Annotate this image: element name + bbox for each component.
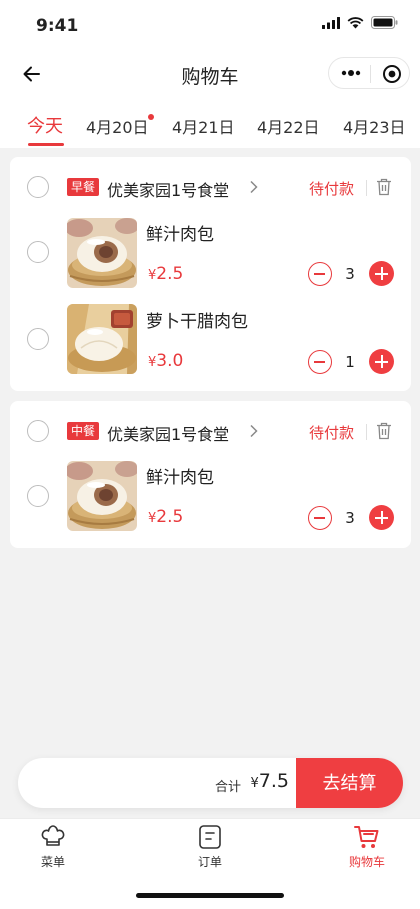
canteen-name[interactable]: 优美家园1号食堂 bbox=[107, 421, 229, 445]
checkout-bar: 合计 ¥7.5 去结算 bbox=[18, 758, 403, 808]
tab-date-1[interactable]: 4月20日 bbox=[86, 114, 149, 138]
item-price: ¥2.5 bbox=[148, 507, 184, 527]
nav-bar: 购物车 bbox=[0, 52, 420, 96]
signal-icon bbox=[322, 16, 340, 29]
meal-badge: 早餐 bbox=[67, 178, 100, 196]
order-doc-icon bbox=[199, 825, 221, 849]
header: 9:41 购物车 今天 4月20日 4月21日 4月22日 4月23日 bbox=[0, 0, 420, 148]
chef-hat-icon bbox=[41, 825, 65, 846]
date-tabs: 今天 4月20日 4月21日 4月22日 4月23日 bbox=[0, 104, 420, 148]
active-tab-indicator bbox=[28, 143, 64, 146]
tab-orders[interactable]: 订单 bbox=[170, 819, 250, 870]
tab-menu[interactable]: 菜单 bbox=[13, 819, 93, 870]
tab-label: 菜单 bbox=[40, 855, 65, 869]
chevron-right-icon[interactable] bbox=[249, 424, 259, 438]
increase-qty-button[interactable] bbox=[369, 349, 394, 374]
item-price: ¥2.5 bbox=[148, 264, 184, 284]
decrease-qty-button[interactable] bbox=[308, 350, 332, 374]
wifi-icon bbox=[347, 16, 364, 28]
item-select-radio[interactable] bbox=[27, 485, 49, 507]
order-select-radio[interactable] bbox=[27, 420, 49, 442]
checkout-button[interactable]: 去结算 bbox=[296, 758, 403, 808]
status-bar: 9:41 bbox=[0, 0, 420, 52]
divider bbox=[366, 424, 367, 440]
tab-label: 订单 bbox=[197, 855, 222, 869]
capsule-divider bbox=[370, 65, 371, 83]
trash-icon[interactable] bbox=[376, 178, 392, 196]
tab-today[interactable]: 今天 bbox=[27, 112, 63, 138]
item-name: 鲜汁肉包 bbox=[146, 468, 214, 488]
tab-label: 购物车 bbox=[348, 855, 385, 869]
food-image bbox=[67, 218, 137, 288]
quantity-value: 3 bbox=[345, 509, 355, 527]
meal-badge: 中餐 bbox=[67, 422, 100, 440]
quantity-value: 1 bbox=[345, 353, 355, 371]
total-label: 合计 bbox=[214, 780, 241, 795]
trash-icon[interactable] bbox=[376, 422, 392, 440]
item-price: ¥3.0 bbox=[148, 351, 184, 371]
increase-qty-button[interactable] bbox=[369, 505, 394, 530]
home-indicator bbox=[136, 893, 284, 898]
chevron-right-icon[interactable] bbox=[249, 180, 259, 194]
item-select-radio[interactable] bbox=[27, 241, 49, 263]
tab-notification-dot bbox=[148, 114, 154, 120]
mini-program-capsule bbox=[328, 57, 410, 89]
order-status: 待付款 bbox=[309, 180, 355, 198]
canteen-name[interactable]: 优美家园1号食堂 bbox=[107, 177, 229, 201]
status-icons bbox=[322, 16, 398, 29]
battery-icon bbox=[371, 16, 398, 29]
increase-qty-button[interactable] bbox=[369, 261, 394, 286]
cart-icon bbox=[354, 826, 379, 848]
item-select-radio[interactable] bbox=[27, 328, 49, 350]
order-select-radio[interactable] bbox=[27, 176, 49, 198]
divider bbox=[366, 180, 367, 196]
item-name: 鲜汁肉包 bbox=[146, 225, 214, 245]
food-image bbox=[67, 461, 137, 531]
total-amount: ¥7.5 bbox=[250, 770, 290, 792]
tab-date-2[interactable]: 4月21日 bbox=[172, 114, 235, 138]
order-card: 早餐 优美家园1号食堂 待付款 鲜汁肉包 ¥2.5 3 萝卜干腊肉包 ¥3.0 … bbox=[10, 157, 411, 391]
status-time: 9:41 bbox=[36, 16, 79, 36]
tab-date-3[interactable]: 4月22日 bbox=[257, 114, 320, 138]
tab-date-4[interactable]: 4月23日 bbox=[343, 114, 406, 138]
order-status: 待付款 bbox=[309, 424, 355, 442]
decrease-qty-button[interactable] bbox=[308, 506, 332, 530]
close-miniprogram-icon[interactable] bbox=[382, 64, 402, 84]
quantity-value: 3 bbox=[345, 265, 355, 283]
more-icon[interactable] bbox=[341, 67, 361, 79]
item-name: 萝卜干腊肉包 bbox=[146, 312, 248, 332]
tab-cart[interactable]: 购物车 bbox=[327, 819, 407, 870]
food-image bbox=[67, 304, 137, 374]
decrease-qty-button[interactable] bbox=[308, 262, 332, 286]
order-card: 中餐 优美家园1号食堂 待付款 鲜汁肉包 ¥2.5 3 bbox=[10, 401, 411, 548]
